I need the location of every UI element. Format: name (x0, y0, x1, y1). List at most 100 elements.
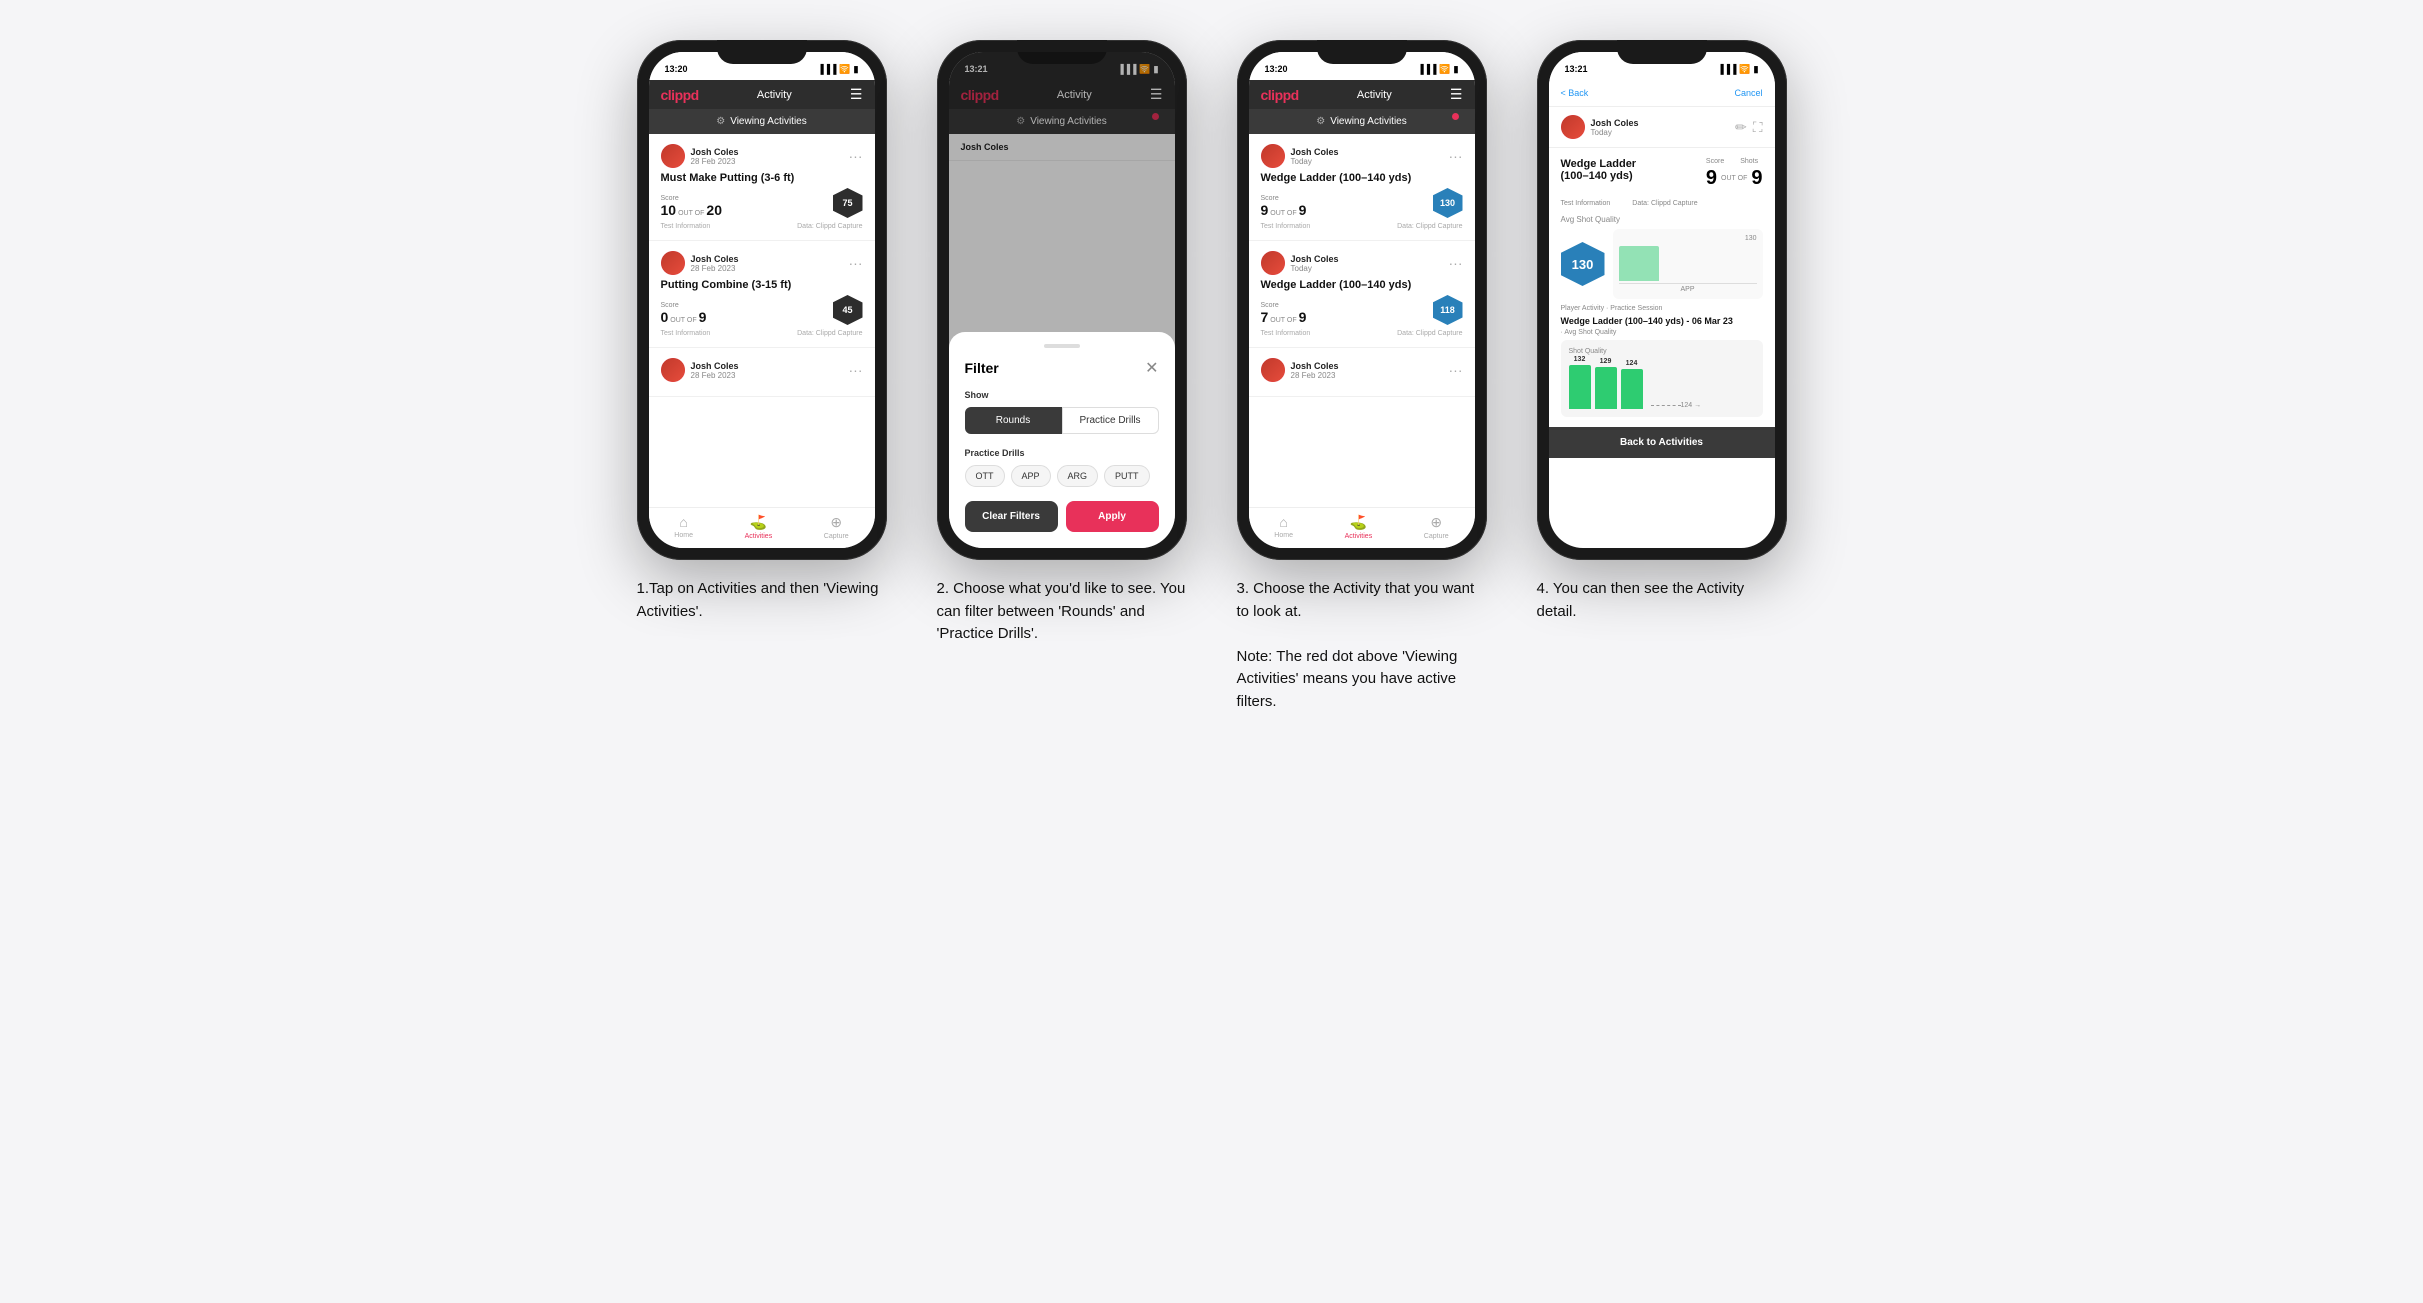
app-title-3: Activity (1357, 89, 1392, 101)
session-title: Wedge Ladder (100–140 yds) - 06 Mar 23 (1561, 316, 1763, 326)
score-label-3b: Score (1261, 302, 1307, 309)
avg-quality-row: 130 130 APP (1561, 229, 1763, 299)
cancel-button[interactable]: Cancel (1734, 88, 1762, 98)
chip-arg[interactable]: ARG (1057, 465, 1099, 487)
chart-bar-1 (1619, 246, 1659, 281)
battery-icon-4: ▮ (1754, 64, 1759, 75)
chip-ott[interactable]: OTT (965, 465, 1005, 487)
footer-left-3b: Test Information (1261, 330, 1311, 337)
activities-icon-1: ⛳ (750, 514, 767, 531)
detail-metric-row: Wedge Ladder (100–140 yds) Score Shots 9… (1561, 158, 1763, 190)
more-dots-3c[interactable]: ··· (1449, 362, 1463, 378)
filter-close-button[interactable]: ✕ (1145, 358, 1158, 378)
caption-3: 3. Choose the Activity that you want to … (1237, 578, 1487, 713)
activity-card-1a: Josh Coles 28 Feb 2023 ··· Must Make Put… (649, 134, 875, 241)
card-header-1b: Josh Coles 28 Feb 2023 ··· (661, 251, 863, 275)
more-dots-3a[interactable]: ··· (1449, 148, 1463, 164)
status-icons-3: ▐▐▐ 🛜 ▮ (1417, 64, 1458, 75)
expand-icon[interactable]: ⛶ (1753, 119, 1763, 136)
nav-home-1[interactable]: ⌂ Home (674, 514, 693, 540)
user-date-1a: 28 Feb 2023 (691, 157, 739, 166)
user-date-3a: Today (1291, 157, 1339, 166)
footer-left-1b: Test Information (661, 330, 711, 337)
time-3: 13:20 (1265, 64, 1288, 74)
capture-label-3: Capture (1424, 533, 1449, 540)
user-date-1b: 28 Feb 2023 (691, 264, 739, 273)
nav-home-3[interactable]: ⌂ Home (1274, 514, 1293, 540)
show-label: Show (965, 390, 1159, 400)
phone-frame-3: 13:20 ▐▐▐ 🛜 ▮ clippd Activity ☰ ⚙ Vie (1237, 40, 1487, 560)
detail-user-info: Josh Coles Today (1561, 115, 1639, 139)
card-stats-3a: Score 9 OUT OF 9 130 (1261, 188, 1463, 218)
phone-screen-2: 13:21 ▐▐▐ 🛜 ▮ clippd Activity ☰ ⚙ Vie (949, 52, 1175, 548)
time-1: 13:20 (665, 64, 688, 74)
phone-screen-4: 13:21 ▐▐▐ 🛜 ▮ < Back Cancel (1549, 52, 1775, 548)
footer-left-1a: Test Information (661, 223, 711, 230)
nav-capture-1[interactable]: ⊕ Capture (824, 514, 849, 540)
more-dots-1a[interactable]: ··· (849, 148, 863, 164)
apply-button[interactable]: Apply (1066, 501, 1159, 532)
chip-app[interactable]: APP (1011, 465, 1051, 487)
activity-card-3a[interactable]: Josh Coles Today ··· Wedge Ladder (100–1… (1249, 134, 1475, 241)
tab-rounds[interactable]: Rounds (965, 407, 1062, 434)
card-stats-3b: Score 7 OUT OF 9 118 (1261, 295, 1463, 325)
menu-icon-1[interactable]: ☰ (850, 86, 863, 103)
viewing-bar-3[interactable]: ⚙ Viewing Activities (1249, 109, 1475, 134)
drill-title: Wedge Ladder (100–140 yds) (1561, 158, 1661, 182)
capture-icon-1: ⊕ (830, 514, 842, 531)
user-info-1b: Josh Coles 28 Feb 2023 (661, 251, 739, 275)
score-value-3a: 9 (1261, 202, 1269, 218)
signal-icon-3: ▐▐▐ (1417, 64, 1436, 74)
quality-hex-3b: 118 (1433, 295, 1463, 325)
home-icon-3: ⌂ (1279, 514, 1287, 530)
wifi-icon-3: 🛜 (1439, 64, 1450, 75)
detail-score: 9 (1706, 167, 1717, 190)
menu-icon-3[interactable]: ☰ (1450, 86, 1463, 103)
shots-col-label: Shots (1740, 158, 1758, 165)
detail-info2: Data: Clippd Capture (1632, 200, 1697, 207)
chart-area-detail: 130 APP (1613, 229, 1763, 299)
filter-sheet: Filter ✕ Show Rounds Practice Drills Pra… (949, 332, 1175, 548)
activity-card-3c[interactable]: Josh Coles 28 Feb 2023 ··· (1249, 348, 1475, 397)
outof-1b: OUT OF (670, 317, 696, 324)
more-dots-3b[interactable]: ··· (1449, 255, 1463, 271)
activity-card-3b[interactable]: Josh Coles Today ··· Wedge Ladder (100–1… (1249, 241, 1475, 348)
user-info-3a: Josh Coles Today (1261, 144, 1339, 168)
back-to-activities-button[interactable]: Back to Activities (1549, 427, 1775, 458)
user-info-1c: Josh Coles 28 Feb 2023 (661, 358, 739, 382)
filter-overlay: Filter ✕ Show Rounds Practice Drills Pra… (949, 52, 1175, 548)
nav-capture-3[interactable]: ⊕ Capture (1424, 514, 1449, 540)
status-icons-4: ▐▐▐ 🛜 ▮ (1717, 64, 1758, 75)
activity-card-1c: Josh Coles 28 Feb 2023 ··· (649, 348, 875, 397)
user-name-1c: Josh Coles (691, 361, 739, 371)
scroll-area-1: Josh Coles 28 Feb 2023 ··· Must Make Put… (649, 134, 875, 507)
nav-activities-1[interactable]: ⛳ Activities (745, 514, 773, 540)
shots-value-1b: 9 (699, 309, 707, 325)
nav-activities-3[interactable]: ⛳ Activities (1345, 514, 1373, 540)
score-value-3b: 7 (1261, 309, 1269, 325)
back-button[interactable]: < Back (1561, 88, 1589, 98)
more-dots-1c[interactable]: ··· (849, 362, 863, 378)
wifi-icon-4: 🛜 (1739, 64, 1750, 75)
filter-tabs: Rounds Practice Drills (965, 407, 1159, 434)
red-dot-3 (1452, 113, 1459, 120)
quality-hex-3a: 130 (1433, 188, 1463, 218)
caption-3-text: 3. Choose the Activity that you want to … (1237, 580, 1475, 710)
clear-filters-button[interactable]: Clear Filters (965, 501, 1058, 532)
viewing-bar-1[interactable]: ⚙ Viewing Activities (649, 109, 875, 134)
chart-x-label: APP (1619, 286, 1757, 293)
practice-session-label: Player Activity · Practice Session (1561, 305, 1763, 312)
avg-quality-section: Avg Shot Quality 130 130 APP (1561, 215, 1763, 299)
more-dots-1b[interactable]: ··· (849, 255, 863, 271)
card-title-1a: Must Make Putting (3-6 ft) (661, 172, 863, 184)
chip-putt[interactable]: PUTT (1104, 465, 1150, 487)
card-title-3a: Wedge Ladder (100–140 yds) (1261, 172, 1463, 184)
user-name-1a: Josh Coles (691, 147, 739, 157)
card-footer-3a: Test Information Data: Clippd Capture (1261, 223, 1463, 230)
capture-icon-3: ⊕ (1430, 514, 1442, 531)
user-info-1a: Josh Coles 28 Feb 2023 (661, 144, 739, 168)
tab-practice-drills[interactable]: Practice Drills (1062, 407, 1159, 434)
footer-right-3a: Data: Clippd Capture (1397, 223, 1462, 230)
edit-icon[interactable]: ✏ (1735, 119, 1747, 136)
card-stats-1a: Score 10 OUT OF 20 75 (661, 188, 863, 218)
